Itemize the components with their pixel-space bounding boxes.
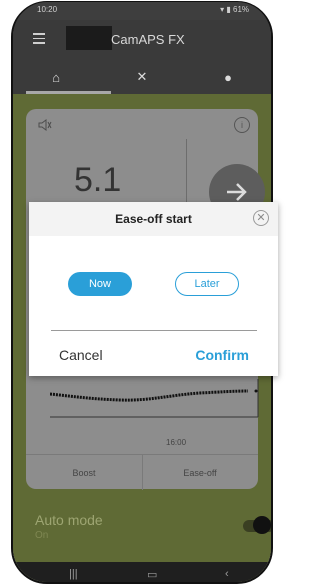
close-icon[interactable]: ✕	[253, 210, 269, 226]
app-title: CamAPS FX	[111, 32, 185, 47]
tab-meal[interactable]: ✕	[99, 60, 185, 94]
drop-icon: ●	[224, 69, 232, 85]
info-icon[interactable]: i	[234, 117, 250, 133]
cancel-button[interactable]: Cancel	[59, 347, 103, 363]
boost-button[interactable]: Boost	[26, 455, 142, 490]
dialog-header: Ease-off start ✕	[29, 202, 278, 236]
back-icon[interactable]: ‹	[225, 568, 229, 580]
system-nav-bar: ||| ▭ ‹	[13, 562, 271, 582]
card-footer: Boost Ease-off	[26, 454, 258, 490]
dialog-title: Ease-off start	[115, 212, 192, 226]
ease-off-dialog: Ease-off start ✕ Now Later Cancel Confir…	[29, 202, 278, 376]
dialog-divider	[51, 330, 257, 331]
app-bar: CamAPS FX	[13, 20, 271, 60]
fork-knife-icon: ✕	[136, 69, 148, 84]
now-button[interactable]: Now	[68, 272, 132, 296]
status-time: 10:20	[37, 5, 58, 14]
auto-mode-state: On	[35, 530, 49, 541]
tab-home[interactable]: ⌂	[13, 60, 99, 94]
confirm-button[interactable]: Confirm	[195, 347, 249, 363]
glucose-trace	[50, 379, 259, 418]
speaker-icon[interactable]	[38, 119, 52, 131]
glucose-value: 5.1	[74, 161, 122, 199]
chart-tick-time: 16:00	[166, 438, 187, 447]
status-indicators: ▾ ▮ 61%	[220, 5, 249, 14]
home-icon: ⌂	[52, 69, 60, 85]
status-bar: 10:20 ▾ ▮ 61%	[13, 2, 271, 20]
redacted-area	[66, 26, 112, 50]
divider	[186, 139, 187, 209]
ease-off-button[interactable]: Ease-off	[142, 455, 258, 490]
tab-insulin[interactable]: ●	[185, 60, 271, 94]
menu-icon[interactable]	[33, 33, 45, 44]
recent-apps-icon[interactable]: |||	[69, 568, 78, 580]
toggle-knob[interactable]	[253, 516, 271, 534]
auto-mode-label: Auto mode	[35, 512, 103, 528]
tab-bar: ⌂ ✕ ●	[13, 60, 271, 94]
later-button[interactable]: Later	[175, 272, 239, 296]
home-nav-icon[interactable]: ▭	[147, 568, 157, 581]
